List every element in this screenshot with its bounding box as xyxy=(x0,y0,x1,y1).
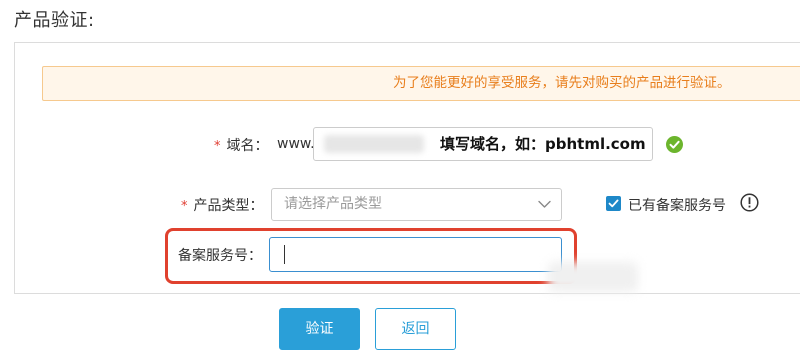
required-mark: * xyxy=(214,139,221,154)
domain-label-text: 域名： xyxy=(226,138,269,154)
check-circle-icon xyxy=(666,136,683,153)
has-record-checkbox[interactable] xyxy=(606,196,621,211)
product-type-placeholder: 请选择产品类型 xyxy=(284,196,382,212)
required-mark: * xyxy=(181,199,188,214)
has-record-label: 已有备案服务号 xyxy=(628,198,726,214)
domain-hint: 填写域名，如：pbhtml.com xyxy=(440,135,646,153)
text-caret xyxy=(284,245,285,264)
notice-text: 为了您能更好的享受服务，请先对购买的产品进行验证。 xyxy=(393,75,731,91)
product-type-select[interactable]: 请选择产品类型 xyxy=(271,188,562,221)
chevron-down-icon xyxy=(538,200,551,208)
product-type-label: * 产品类型： xyxy=(181,195,264,215)
domain-label: * 域名： xyxy=(214,135,269,155)
notice-banner: 为了您能更好的享受服务，请先对购买的产品进行验证。 xyxy=(42,66,800,101)
checkmark-icon xyxy=(608,199,619,208)
product-type-label-text: 产品类型： xyxy=(193,198,264,214)
record-number-label: 备案服务号： xyxy=(178,248,262,264)
redacted-domain xyxy=(324,135,424,153)
record-number-input[interactable] xyxy=(269,237,562,272)
page-title: 产品验证: xyxy=(14,10,95,31)
redacted-area xyxy=(548,262,638,292)
info-icon[interactable] xyxy=(740,193,759,212)
verify-button[interactable]: 验证 xyxy=(279,308,360,350)
domain-input[interactable]: 填写域名，如：pbhtml.com xyxy=(313,127,653,161)
domain-prefix: www. xyxy=(277,136,315,152)
back-button[interactable]: 返回 xyxy=(375,308,456,350)
